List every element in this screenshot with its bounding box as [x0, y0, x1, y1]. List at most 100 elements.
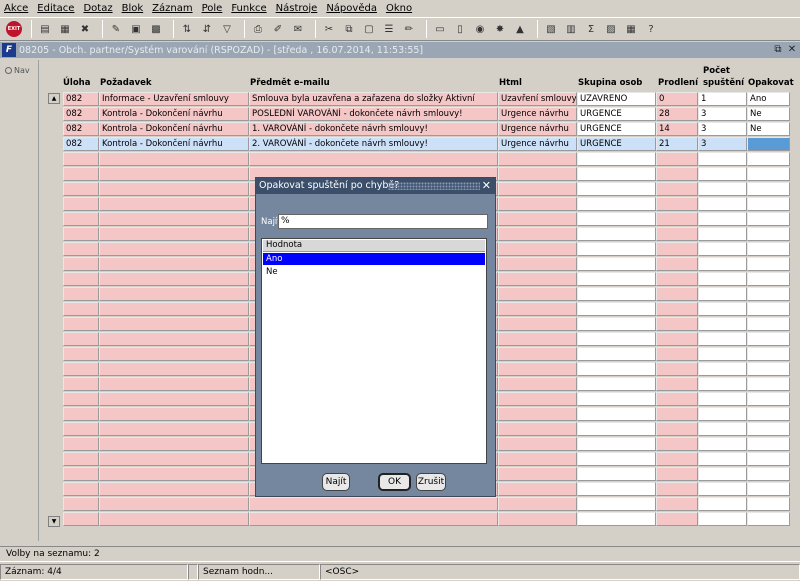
empty-cell-html[interactable] — [498, 392, 577, 406]
empty-cell-uloha[interactable] — [63, 497, 99, 511]
empty-cell-prodleni[interactable] — [656, 512, 698, 526]
empty-cell-skupina[interactable] — [577, 167, 656, 181]
calculator-icon[interactable]: ▦ — [623, 21, 639, 37]
enter-query-icon[interactable]: ▣ — [128, 21, 144, 37]
cell-uloha[interactable]: 082 — [63, 137, 99, 151]
cell-skupina[interactable]: UZAVRENO — [577, 92, 656, 106]
empty-cell-skupina[interactable] — [577, 422, 656, 436]
search-input[interactable]: % — [278, 214, 488, 229]
empty-cell-html[interactable] — [498, 362, 577, 376]
empty-cell-pocet[interactable] — [698, 167, 747, 181]
empty-cell-html[interactable] — [498, 377, 577, 391]
empty-cell-html[interactable] — [498, 212, 577, 226]
empty-cell-pocet[interactable] — [698, 452, 747, 466]
menu-pole[interactable]: Pole — [202, 3, 223, 14]
cell-html[interactable]: Urgence návrhu — [498, 137, 577, 151]
empty-cell-pocet[interactable] — [698, 482, 747, 496]
empty-cell-skupina[interactable] — [577, 407, 656, 421]
empty-cell-skupina[interactable] — [577, 302, 656, 316]
empty-cell-pozadavek[interactable] — [99, 347, 249, 361]
empty-cell-html[interactable] — [498, 497, 577, 511]
empty-cell-pocet[interactable] — [698, 302, 747, 316]
empty-cell-html[interactable] — [498, 272, 577, 286]
empty-cell-pozadavek[interactable] — [99, 452, 249, 466]
empty-cell-uloha[interactable] — [63, 212, 99, 226]
dialog-close-icon[interactable]: ✕ — [482, 178, 491, 193]
empty-cell-prodleni[interactable] — [656, 407, 698, 421]
list-item-ano[interactable]: Ano — [263, 253, 485, 265]
cell-predmet[interactable]: Smlouva byla uzavřena a zařazena do slož… — [249, 92, 498, 106]
empty-cell-opakovat[interactable] — [747, 302, 790, 316]
empty-cell-opakovat[interactable] — [747, 422, 790, 436]
empty-cell-uloha[interactable] — [63, 197, 99, 211]
empty-cell-pozadavek[interactable] — [99, 212, 249, 226]
menu-akce[interactable]: Akce — [4, 3, 28, 14]
menu-editace[interactable]: Editace — [37, 3, 74, 14]
empty-cell-uloha[interactable] — [63, 182, 99, 196]
empty-cell-pozadavek[interactable] — [99, 257, 249, 271]
empty-cell-html[interactable] — [498, 227, 577, 241]
save-icon[interactable]: ▦ — [57, 21, 73, 37]
restore-button[interactable]: ⧉ — [772, 43, 784, 56]
empty-cell-prodleni[interactable] — [656, 392, 698, 406]
empty-cell-html[interactable] — [498, 512, 577, 526]
empty-cell-prodleni[interactable] — [656, 482, 698, 496]
empty-cell-uloha[interactable] — [63, 242, 99, 256]
query-icon[interactable]: ✎ — [108, 21, 124, 37]
empty-cell-predmet[interactable] — [249, 152, 498, 166]
empty-cell-opakovat[interactable] — [747, 242, 790, 256]
mail-icon[interactable]: ✉ — [290, 21, 306, 37]
empty-cell-uloha[interactable] — [63, 437, 99, 451]
empty-cell-skupina[interactable] — [577, 197, 656, 211]
cell-opakovat[interactable]: Ne — [747, 122, 790, 136]
form-icon[interactable]: ▧ — [543, 21, 559, 37]
empty-cell-prodleni[interactable] — [656, 212, 698, 226]
empty-cell-pocet[interactable] — [698, 182, 747, 196]
empty-cell-pozadavek[interactable] — [99, 467, 249, 481]
empty-cell-html[interactable] — [498, 437, 577, 451]
empty-cell-html[interactable] — [498, 422, 577, 436]
empty-cell-pocet[interactable] — [698, 332, 747, 346]
menu-funkce[interactable]: Funkce — [231, 3, 266, 14]
empty-cell-pozadavek[interactable] — [99, 317, 249, 331]
empty-cell-pocet[interactable] — [698, 227, 747, 241]
empty-cell-prodleni[interactable] — [656, 437, 698, 451]
print-icon[interactable]: ⎙ — [250, 21, 266, 37]
empty-cell-opakovat[interactable] — [747, 347, 790, 361]
list-icon[interactable]: ☰ — [381, 21, 397, 37]
filter-icon[interactable]: ▽ — [219, 21, 235, 37]
empty-cell-opakovat[interactable] — [747, 317, 790, 331]
empty-cell-opakovat[interactable] — [747, 482, 790, 496]
empty-cell-pozadavek[interactable] — [99, 482, 249, 496]
empty-cell-prodleni[interactable] — [656, 227, 698, 241]
cell-skupina[interactable]: URGENCE — [577, 107, 656, 121]
empty-cell-opakovat[interactable] — [747, 182, 790, 196]
close-button[interactable]: ✕ — [786, 43, 798, 56]
cell-uloha[interactable]: 082 — [63, 122, 99, 136]
empty-cell-pozadavek[interactable] — [99, 272, 249, 286]
empty-cell-prodleni[interactable] — [656, 332, 698, 346]
menu-okno[interactable]: Okno — [386, 3, 412, 14]
empty-cell-skupina[interactable] — [577, 227, 656, 241]
empty-cell-html[interactable] — [498, 347, 577, 361]
insert-record-icon[interactable]: ▤ — [37, 21, 53, 37]
empty-cell-opakovat[interactable] — [747, 407, 790, 421]
empty-cell-prodleni[interactable] — [656, 152, 698, 166]
page-icon[interactable]: ▯ — [452, 21, 468, 37]
empty-cell-opakovat[interactable] — [747, 227, 790, 241]
empty-cell-uloha[interactable] — [63, 332, 99, 346]
empty-cell-prodleni[interactable] — [656, 167, 698, 181]
empty-cell-opakovat[interactable] — [747, 257, 790, 271]
empty-cell-opakovat[interactable] — [747, 362, 790, 376]
cell-predmet[interactable]: POSLEDNÍ VAROVÁNÍ - dokončete návrh smlo… — [249, 107, 498, 121]
empty-cell-skupina[interactable] — [577, 347, 656, 361]
empty-cell-prodleni[interactable] — [656, 467, 698, 481]
empty-cell-prodleni[interactable] — [656, 302, 698, 316]
cut-icon[interactable]: ✂ — [321, 21, 337, 37]
empty-cell-pocet[interactable] — [698, 317, 747, 331]
empty-cell-uloha[interactable] — [63, 482, 99, 496]
cell-pocet[interactable]: 1 — [698, 92, 747, 106]
empty-cell-skupina[interactable] — [577, 452, 656, 466]
empty-cell-opakovat[interactable] — [747, 512, 790, 526]
empty-cell-prodleni[interactable] — [656, 272, 698, 286]
